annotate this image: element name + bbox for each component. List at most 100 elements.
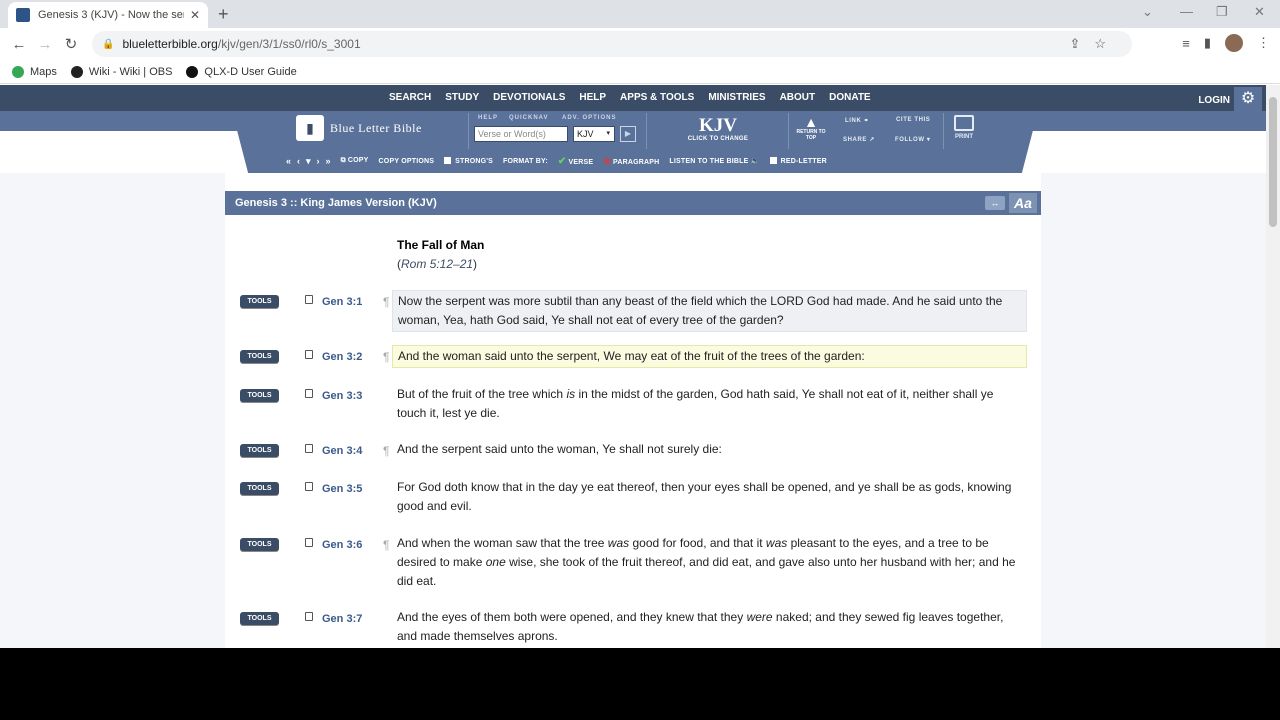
strongs-label: STRONG'S (455, 158, 493, 165)
share-label: SHARE (843, 137, 868, 143)
menu-donate[interactable]: DONATE (822, 85, 877, 111)
copy-options-button[interactable]: COPY OPTIONS (379, 158, 435, 165)
tools-button[interactable]: TOOLS (240, 389, 279, 402)
menu-devotionals[interactable]: DEVOTIONALS (486, 85, 572, 111)
page-scrollbar[interactable] (1266, 85, 1280, 648)
cross-reference-link[interactable]: Rom 5:12–21 (401, 257, 473, 271)
print-button[interactable]: PRINT (950, 115, 978, 140)
restore-icon[interactable]: ❐ (1216, 4, 1228, 20)
format-verse-option[interactable]: ✔ VERSE (558, 156, 593, 167)
kjv-version-button[interactable]: KJV CLICK TO CHANGE (684, 116, 752, 143)
menu-icon[interactable]: ⋮ (1257, 35, 1270, 51)
tab-search-icon[interactable]: ⌄ (1142, 4, 1153, 20)
first-chapter-icon[interactable]: « (286, 156, 291, 167)
prev-chapter-icon[interactable]: ‹ (297, 156, 300, 167)
red-letter-toggle[interactable]: RED-LETTER (769, 157, 827, 165)
copy-icon[interactable] (305, 350, 313, 359)
help-label[interactable]: HELP (478, 115, 498, 121)
copy-icon[interactable] (305, 444, 313, 453)
blb-logo[interactable]: ▮ Blue Letter Bible (296, 115, 422, 141)
menu-study[interactable]: STUDY (438, 85, 486, 111)
share-star-icons[interactable]: ⇪☆ (1069, 36, 1120, 52)
section-heading: The Fall of Man (397, 238, 485, 252)
quick-search-input[interactable]: Verse or Word(s) (474, 126, 568, 142)
verse-ref[interactable]: Gen 3:2 (322, 351, 362, 363)
quicknav-label[interactable]: QUICKNAV (509, 115, 549, 121)
expand-width-icon[interactable]: ↔ (985, 196, 1005, 210)
tools-button[interactable]: TOOLS (240, 482, 279, 495)
next-chapter-icon[interactable]: › (317, 156, 320, 167)
return-to-top-button[interactable]: ▲ RETURN TO TOP (795, 115, 827, 141)
divider (943, 113, 944, 149)
bookmark-label: QLX-D User Guide (204, 65, 297, 78)
side-panel-icon[interactable]: ▮ (1204, 35, 1211, 51)
tools-button[interactable]: TOOLS (240, 538, 279, 551)
scrollbar-thumb[interactable] (1269, 97, 1277, 227)
verse-italic-word: were (746, 610, 773, 624)
printer-icon (954, 115, 974, 131)
tools-button[interactable]: TOOLS (240, 612, 279, 625)
gear-icon[interactable]: ⚙ (1234, 87, 1262, 111)
verse-ref[interactable]: Gen 3:3 (322, 390, 362, 402)
menu-search[interactable]: SEARCH (382, 85, 438, 111)
verse-ref[interactable]: Gen 3:1 (322, 296, 362, 308)
strongs-toggle[interactable]: STRONG'S (444, 157, 493, 165)
verse-text: For God doth know that in the day ye eat… (397, 480, 1012, 513)
version-select[interactable]: KJV ▾ (573, 126, 615, 142)
address-bar[interactable]: 🔒 blueletterbible.org/kjv/gen/3/1/ss0/rl… (92, 31, 1132, 57)
shure-icon (186, 65, 199, 78)
copy-icon[interactable] (305, 612, 313, 621)
link-button[interactable]: LINK ⚭ (845, 117, 869, 124)
divider (646, 113, 647, 149)
verse-ref[interactable]: Gen 3:5 (322, 483, 362, 495)
go-button[interactable]: ▶ (620, 126, 636, 142)
adv-options-label[interactable]: ADV. OPTIONS (562, 115, 616, 121)
bookmark-label: Wiki - Wiki | OBS (88, 65, 173, 78)
verse-ref[interactable]: Gen 3:4 (322, 445, 362, 457)
web-page: SEARCH STUDY DEVOTIONALS HELP APPS & TOO… (0, 85, 1266, 648)
tools-button[interactable]: TOOLS (240, 350, 279, 363)
copy-icon[interactable] (305, 295, 313, 304)
bookmark-qlxd[interactable]: QLX-D User Guide (186, 65, 297, 78)
copy-button[interactable]: ⧉ COPY (341, 157, 369, 165)
copy-icon[interactable] (305, 389, 313, 398)
bookmark-maps[interactable]: Maps (12, 65, 57, 78)
tools-button[interactable]: TOOLS (240, 295, 279, 308)
book-icon: ▮ (296, 115, 324, 141)
last-chapter-icon[interactable]: » (326, 156, 331, 167)
tab-close-icon[interactable]: ✕ (190, 8, 200, 22)
copy-icon[interactable] (305, 482, 313, 491)
font-size-button[interactable]: Aa (1009, 193, 1037, 213)
click-to-change-label: CLICK TO CHANGE (687, 136, 749, 142)
share-button[interactable]: SHARE ↗ (843, 136, 875, 143)
follow-button[interactable]: FOLLOW ▾ (895, 136, 930, 143)
cite-button[interactable]: CITE THIS (896, 117, 930, 123)
back-icon[interactable]: ← (6, 36, 32, 53)
new-tab-icon[interactable]: + (218, 4, 229, 25)
forward-icon[interactable]: → (32, 36, 58, 53)
window-close-icon[interactable]: ✕ (1254, 4, 1265, 20)
verse-ref[interactable]: Gen 3:7 (322, 613, 362, 625)
verse-label: VERSE (568, 158, 594, 166)
menu-ministries[interactable]: MINISTRIES (701, 85, 772, 111)
reload-icon[interactable]: ↻ (58, 35, 84, 53)
listen-button[interactable]: LISTEN TO THE BIBLE 🔈 (669, 157, 759, 165)
menu-help[interactable]: HELP (572, 85, 613, 111)
bookmark-wiki[interactable]: Wiki - Wiki | OBS (70, 65, 173, 78)
pilcrow-icon: ¶ (383, 350, 390, 364)
cross-reference: (Rom 5:12–21) (397, 257, 478, 271)
tab-strip: Genesis 3 (KJV) - Now the serpent ✕ + ⌄ … (0, 0, 1280, 28)
browser-tab[interactable]: Genesis 3 (KJV) - Now the serpent ✕ (8, 2, 208, 28)
red-letter-label: RED-LETTER (780, 158, 827, 165)
reading-list-icon[interactable]: ≡ (1182, 36, 1190, 51)
format-paragraph-option[interactable]: ⊘ PARAGRAPH (603, 156, 659, 167)
profile-avatar[interactable] (1225, 34, 1243, 52)
verse-ref[interactable]: Gen 3:6 (322, 539, 362, 551)
chapter-list-icon[interactable]: ▾ (306, 156, 311, 167)
minimize-icon[interactable]: — (1180, 4, 1193, 19)
copy-icon[interactable] (305, 538, 313, 547)
menu-apps-tools[interactable]: APPS & TOOLS (613, 85, 701, 111)
tools-button[interactable]: TOOLS (240, 444, 279, 457)
menu-about[interactable]: ABOUT (773, 85, 823, 111)
chapter-title: Genesis 3 :: King James Version (KJV) (235, 197, 437, 209)
